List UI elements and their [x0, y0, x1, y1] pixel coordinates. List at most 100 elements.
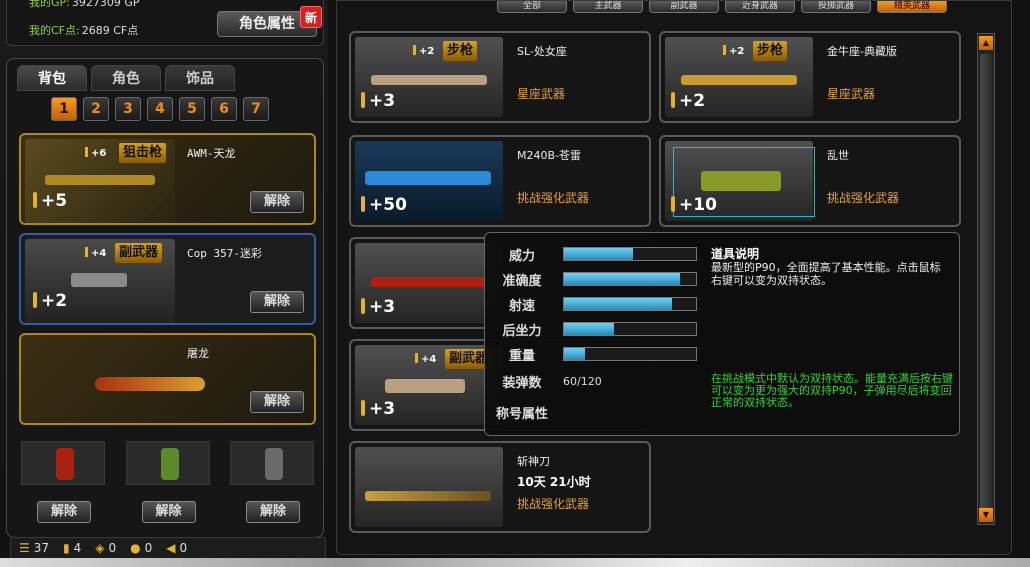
taurus-name: 金牛座-典藏版	[827, 45, 897, 58]
shield-count[interactable]: ◈ 0	[95, 541, 116, 555]
stat-bar-weight	[563, 347, 697, 361]
tab-backpack[interactable]: 背包	[17, 65, 87, 91]
filter-throwing-button[interactable]: 投掷武器	[801, 1, 871, 13]
gp-line: 我的GP: 3927309 GP	[29, 0, 140, 10]
equipped-sniper-slot[interactable]: +6 狙击枪 AWM-天龙 +5 解除	[19, 133, 316, 225]
weapon-card-zhanshendao[interactable]: 斩神刀 10天 21小时 挑战强化武器	[349, 441, 651, 533]
scroll-thumb[interactable]	[980, 54, 992, 514]
unequip-sniper-button[interactable]: 解除	[250, 191, 304, 213]
grenade-red-icon	[56, 448, 74, 480]
sniper-plus: +5	[33, 191, 67, 211]
speaker-icon: ◀	[166, 541, 176, 555]
smg-icon	[701, 171, 781, 191]
filter-all-button[interactable]: 全部	[497, 1, 567, 13]
weapon-card-sl-virgo[interactable]: +2 步枪 SL-处女座 星座武器 +3	[349, 31, 651, 123]
unequip-grenade-2-button[interactable]: 解除	[141, 501, 196, 523]
chat-count-value: 0	[144, 541, 153, 555]
desc-text: 最新型的P90，全面提高了基本性能。点击鼠标右键可以变为双持状态。	[711, 261, 941, 287]
stat-bar-accuracy	[563, 272, 697, 286]
tab-accessories[interactable]: 饰品	[165, 65, 235, 91]
melee-name: 屠龙	[187, 347, 209, 360]
unequip-grenade-1-button[interactable]: 解除	[37, 501, 91, 523]
bullet-icon: ▮	[63, 541, 70, 555]
equipped-pistol-slot[interactable]: +4 副武器 Cop 357-迷彩 +2 解除	[19, 233, 316, 325]
stat-fill-accuracy	[564, 273, 681, 285]
page-button-5[interactable]: 5	[179, 97, 205, 121]
sniper-category-badge: 狙击枪	[119, 143, 167, 163]
inventory-tabs: 背包 角色 饰品	[17, 65, 235, 91]
filter-melee-button[interactable]: 近身武器	[725, 1, 795, 13]
stat-bar-recoil	[563, 322, 697, 336]
scroll-up-icon[interactable]: ▲	[979, 36, 993, 50]
chat-count[interactable]: ● 0	[130, 541, 152, 555]
shield-icon: ◈	[95, 541, 105, 555]
list-count[interactable]: ☰ 37	[19, 541, 49, 555]
pistol-body-icon	[71, 273, 127, 287]
stat-label-rate: 射速	[508, 299, 535, 314]
page-button-1[interactable]: 1	[51, 97, 77, 121]
scrollbar[interactable]: ▲ ▼	[977, 33, 995, 525]
m240b-name: M240B-苍雷	[517, 149, 582, 162]
weapon-6-plus: +3	[361, 399, 395, 419]
weapon-card-taurus[interactable]: +2 步枪 金牛座-典藏版 星座武器 +2	[659, 31, 961, 123]
filter-secondary-button[interactable]: 副武器	[649, 1, 719, 13]
page-button-7[interactable]: 7	[243, 97, 269, 121]
desc-title: 道具说明	[711, 247, 760, 261]
sound-count[interactable]: ◀ 0	[166, 541, 187, 555]
filter-primary-button[interactable]: 主武器	[573, 1, 643, 13]
grenade-green-icon	[160, 448, 179, 480]
pistol-category-badge: 副武器	[115, 243, 163, 263]
role-attributes-button[interactable]: 角色属性 新	[217, 6, 322, 37]
shield-count-value: 0	[108, 541, 117, 555]
sl-virgo-name: SL-处女座	[517, 45, 567, 58]
page-button-4[interactable]: 4	[147, 97, 173, 121]
grenade-slots: 解除 解除 解除	[19, 441, 316, 523]
gp-label: 我的GP:	[29, 0, 70, 9]
weapon-card-luanshi[interactable]: 乱世 挑战强化武器 +10	[659, 135, 961, 227]
luanshi-type: 挑战强化武器	[827, 191, 900, 205]
player-stats: 我的GP: 3927309 GP 我的CF点: 2689 CF点 角色属性 新	[6, 0, 324, 46]
bullet-count[interactable]: ▮ 4	[63, 541, 81, 555]
grenade-slot-1[interactable]: 解除	[19, 441, 107, 523]
luanshi-plus: +10	[671, 195, 717, 215]
stat-bar-power	[563, 247, 697, 261]
weapon-tooltip: 威力 准确度 射速 后坐力 重量 装弹数 60/120 称号属性 道具说明 最新…	[484, 232, 960, 436]
title-attr-label: 称号属性	[495, 407, 548, 422]
grenade-1-box	[21, 441, 105, 485]
m240b-type: 挑战强化武器	[517, 191, 590, 205]
machine-gun-icon	[365, 171, 491, 185]
rifle-icon	[371, 75, 487, 85]
unequip-grenade-3-button[interactable]: 解除	[246, 501, 300, 523]
ammo-value: 60/120	[563, 375, 602, 388]
grenade-3-box	[230, 441, 314, 485]
stat-label-recoil: 后坐力	[502, 324, 542, 339]
equipped-melee-slot[interactable]: 屠龙 解除	[19, 333, 316, 425]
weapon-6-small-plus: +4	[415, 353, 436, 365]
weapon-card-m240b[interactable]: M240B-苍雷 挑战强化武器 +50	[349, 135, 651, 227]
page-button-3[interactable]: 3	[115, 97, 141, 121]
grenade-slot-2[interactable]: 解除	[124, 441, 212, 523]
blade-icon	[95, 377, 205, 391]
filter-elite-button[interactable]: 精英武器	[877, 1, 947, 13]
zhanshendao-type: 挑战强化武器	[517, 497, 590, 511]
tab-character[interactable]: 角色	[91, 65, 161, 91]
weapon-5-plus: +3	[361, 297, 395, 317]
cf-label: 我的CF点:	[29, 24, 80, 37]
page-button-6[interactable]: 6	[211, 97, 237, 121]
challenge-note: 在挑战模式中默认为双持状态。能量充满后按右键可以变为更为强大的双持P90，子弹用…	[711, 372, 953, 409]
grenade-gray-icon	[265, 448, 283, 480]
page-button-2[interactable]: 2	[83, 97, 109, 121]
luanshi-name: 乱世	[827, 149, 849, 162]
unequip-pistol-button[interactable]: 解除	[250, 291, 304, 313]
chat-icon: ●	[130, 541, 141, 555]
pistol-name: Cop 357-迷彩	[187, 247, 262, 260]
zhanshendao-time: 10天 21小时	[517, 475, 591, 489]
unequip-melee-button[interactable]: 解除	[250, 391, 304, 413]
sniper-name: AWM-天龙	[187, 147, 236, 160]
left-panel: 我的GP: 3927309 GP 我的CF点: 2689 CF点 角色属性 新 背包…	[0, 0, 328, 560]
new-badge: 新	[300, 6, 322, 28]
sniper-small-plus: +6	[85, 147, 106, 159]
scroll-down-icon[interactable]: ▼	[979, 508, 993, 522]
taurus-category: 步枪	[753, 41, 788, 61]
grenade-slot-3[interactable]: 解除	[228, 441, 316, 523]
